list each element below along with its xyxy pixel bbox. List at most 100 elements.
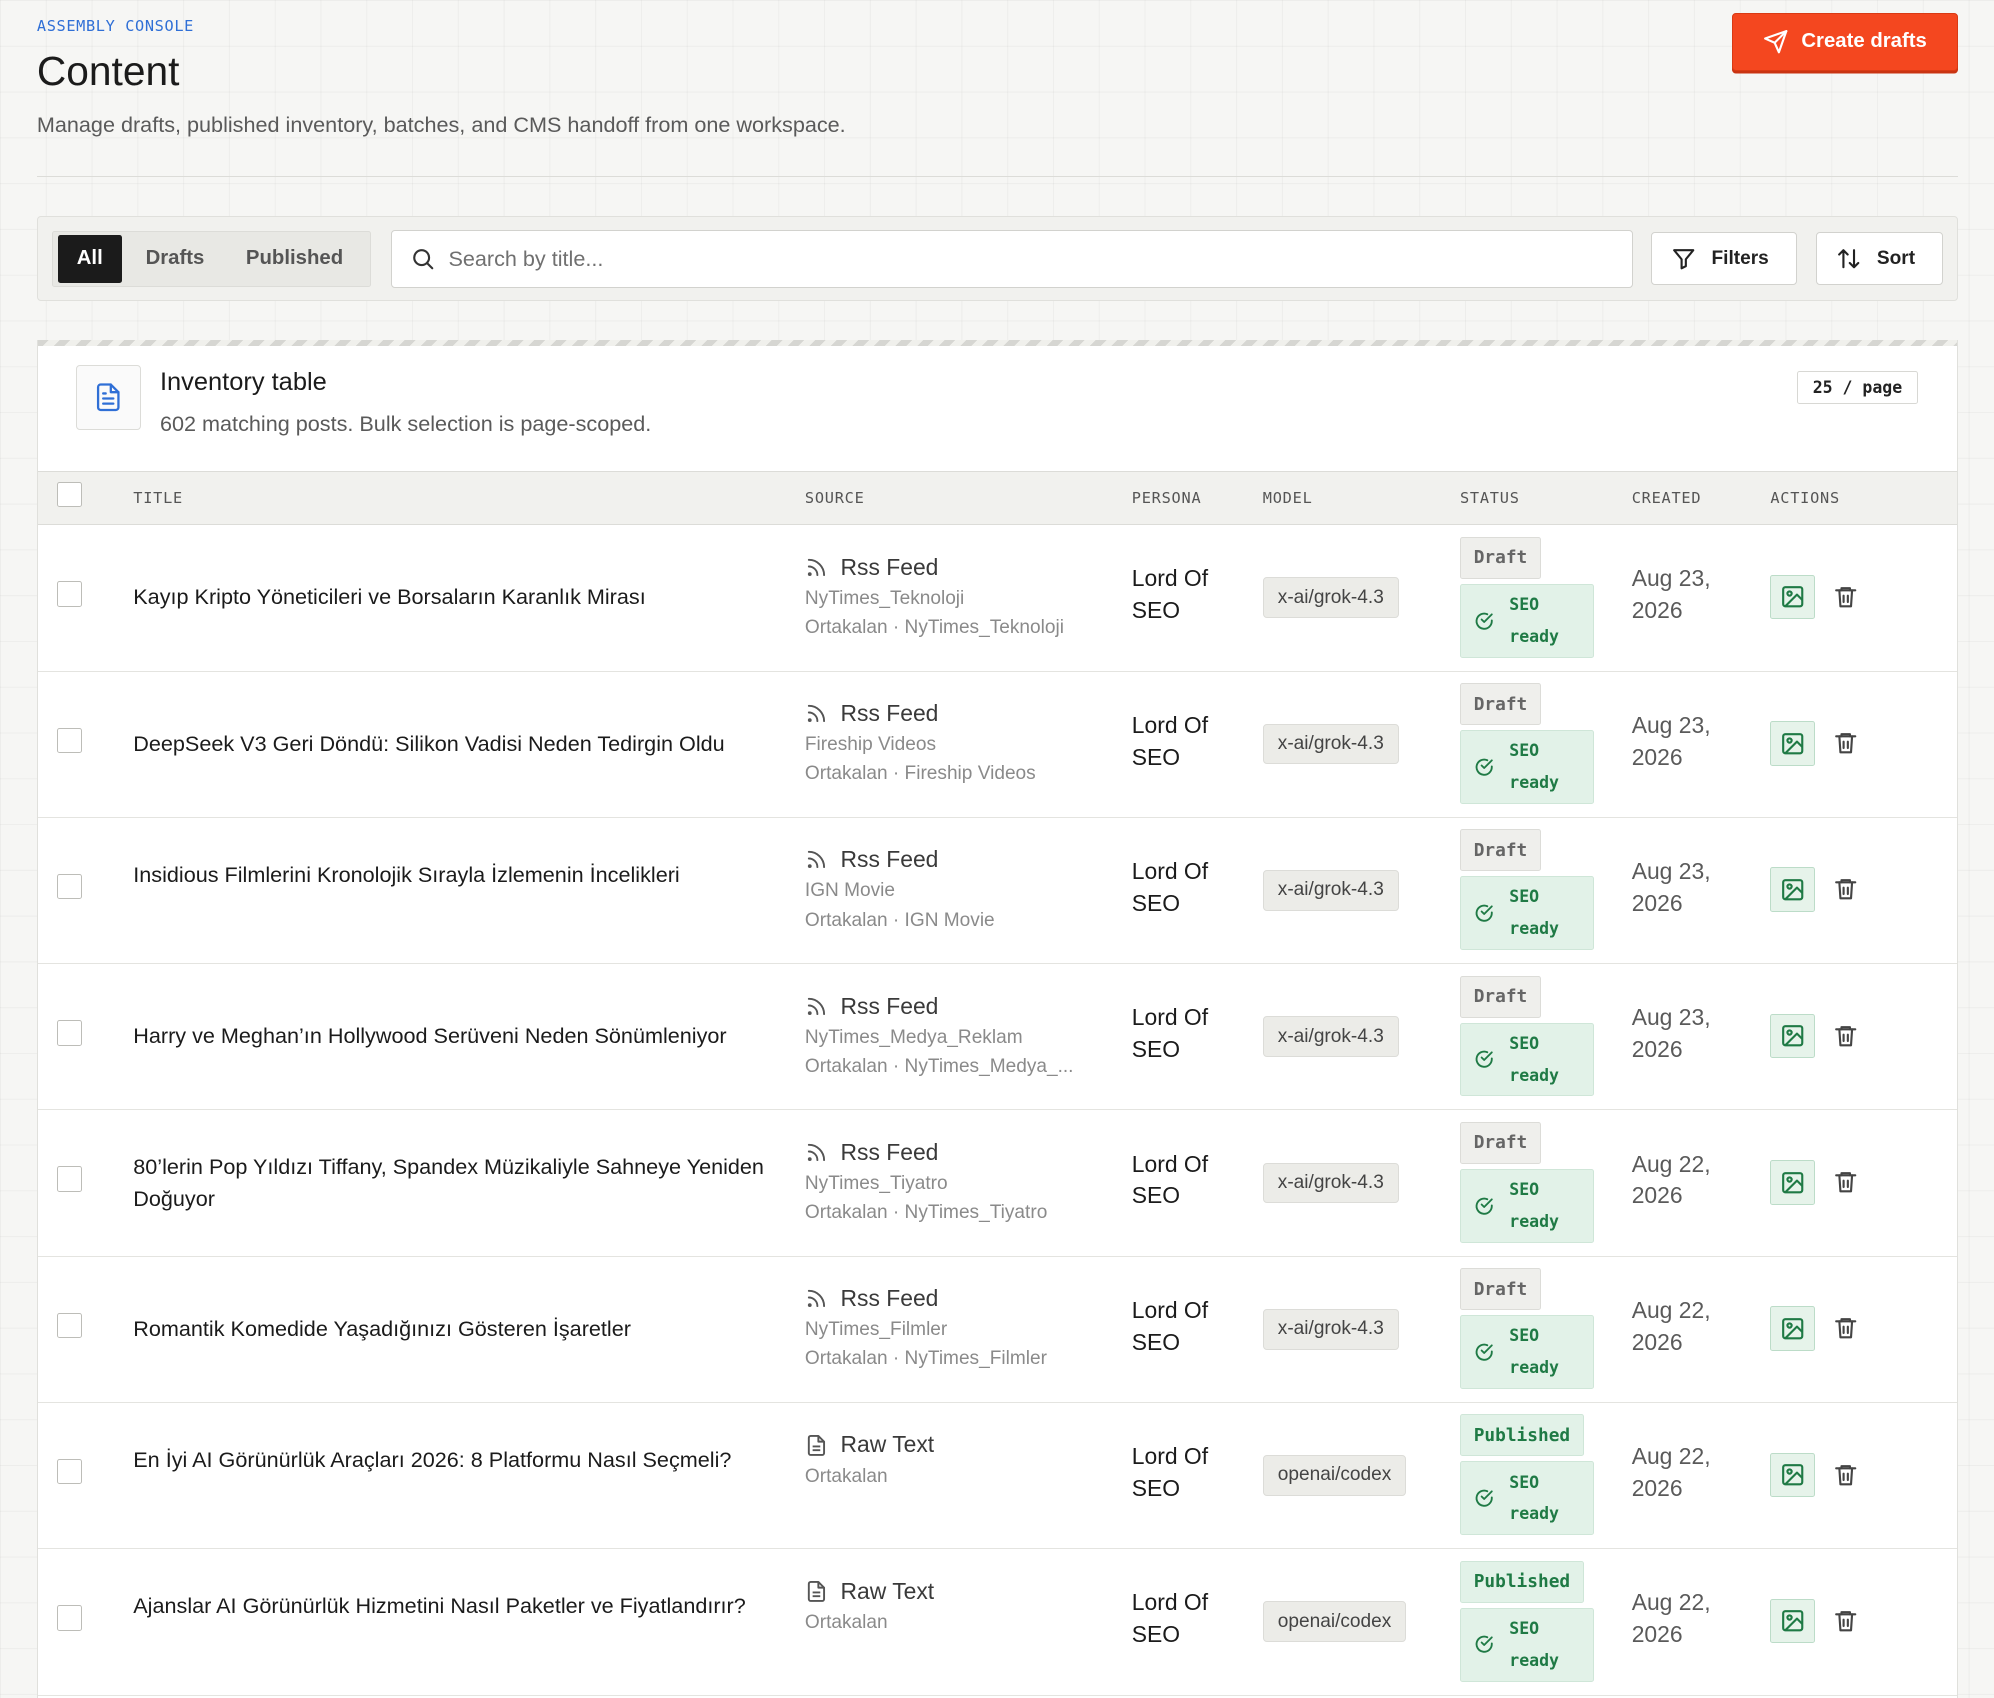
source-path: Ortakalan · IGN Movie bbox=[804, 909, 995, 931]
panel-stripe bbox=[37, 339, 1957, 346]
table-row[interactable]: DeepSeek V3 Geri Döndü: Silikon Vadisi N… bbox=[37, 672, 1957, 818]
row-title[interactable]: Romantik Komedide Yaşadığınızı Gösteren … bbox=[133, 1313, 769, 1345]
status-segmented-control: All Drafts Published bbox=[51, 231, 372, 288]
row-title[interactable]: Kayıp Kripto Yöneticileri ve Borsaların … bbox=[133, 581, 769, 613]
row-title[interactable]: Harry ve Meghan’ın Hollywood Serüveni Ne… bbox=[133, 1020, 769, 1052]
per-page-select[interactable]: 25 / page bbox=[1797, 371, 1918, 405]
search-input[interactable] bbox=[448, 246, 1594, 273]
source-path: Ortakalan · NyTimes_Medya_... bbox=[804, 1055, 1074, 1077]
rss-icon bbox=[805, 1287, 828, 1310]
row-status: Published SEO ready bbox=[1459, 1560, 1594, 1682]
table-header: TITLE SOURCE PERSONA MODEL STATUS CREATE… bbox=[37, 470, 1957, 526]
row-status: Draft SEO ready bbox=[1459, 536, 1594, 658]
delete-button[interactable] bbox=[1831, 1021, 1859, 1049]
column-title[interactable]: TITLE bbox=[133, 489, 183, 507]
image-action-button[interactable] bbox=[1770, 867, 1815, 912]
check-circle-icon bbox=[1475, 1343, 1493, 1361]
inventory-panel: Inventory table 602 matching posts. Bulk… bbox=[36, 339, 1958, 1698]
row-created: Aug 22, 2026 bbox=[1631, 1150, 1711, 1209]
header-divider bbox=[36, 175, 1958, 177]
row-checkbox[interactable] bbox=[56, 1166, 83, 1192]
source-name: NyTimes_Medya_Reklam bbox=[804, 1026, 1023, 1048]
table-row[interactable]: En İyi AI Görünürlük Araçları 2026: 8 Pl… bbox=[37, 1403, 1957, 1550]
column-status[interactable]: STATUS bbox=[1460, 489, 1520, 507]
send-icon bbox=[1764, 30, 1788, 54]
panel-title: Inventory table bbox=[159, 367, 327, 396]
create-drafts-button[interactable]: Create drafts bbox=[1732, 12, 1958, 72]
document-icon bbox=[805, 1580, 828, 1603]
image-action-button[interactable] bbox=[1770, 1452, 1815, 1498]
image-action-button[interactable] bbox=[1770, 721, 1815, 766]
row-checkbox[interactable] bbox=[56, 873, 83, 900]
panel-subtitle: 602 matching posts. Bulk selection is pa… bbox=[159, 410, 652, 436]
row-checkbox[interactable] bbox=[56, 1020, 83, 1046]
column-source[interactable]: SOURCE bbox=[805, 489, 865, 507]
row-persona: Lord Of SEO bbox=[1131, 1589, 1209, 1648]
image-action-button[interactable] bbox=[1770, 1598, 1815, 1644]
image-action-button[interactable] bbox=[1770, 1160, 1815, 1205]
model-chip: x-ai/grok-4.3 bbox=[1262, 577, 1399, 619]
document-icon bbox=[805, 1434, 828, 1457]
row-title[interactable]: Insidious Filmlerini Kronolojik Sırayla … bbox=[133, 859, 769, 891]
select-all-checkbox[interactable] bbox=[56, 481, 83, 508]
table-row[interactable]: 80’lerin Pop Yıldızı Tiffany, Spandex Mü… bbox=[37, 1110, 1957, 1257]
row-checkbox[interactable] bbox=[56, 1605, 83, 1631]
row-title[interactable]: En İyi AI Görünürlük Araçları 2026: 8 Pl… bbox=[133, 1444, 769, 1476]
table-row[interactable]: Kayıp Kripto Yöneticileri ve Borsaların … bbox=[37, 525, 1957, 672]
column-model[interactable]: MODEL bbox=[1263, 489, 1313, 507]
page-subtitle: Manage drafts, published inventory, batc… bbox=[36, 111, 846, 137]
row-persona: Lord Of SEO bbox=[1131, 565, 1209, 624]
row-title[interactable]: DeepSeek V3 Geri Döndü: Silikon Vadisi N… bbox=[133, 728, 769, 760]
row-checkbox[interactable] bbox=[56, 727, 83, 753]
delete-button[interactable] bbox=[1831, 1607, 1859, 1635]
row-created: Aug 22, 2026 bbox=[1631, 1296, 1711, 1355]
delete-button[interactable] bbox=[1831, 1460, 1859, 1488]
row-created: Aug 22, 2026 bbox=[1631, 1443, 1711, 1501]
create-drafts-label: Create drafts bbox=[1801, 30, 1927, 53]
delete-button[interactable] bbox=[1831, 875, 1859, 903]
source-type: Rss Feed bbox=[840, 846, 939, 873]
filters-label: Filters bbox=[1711, 247, 1769, 269]
delete-button[interactable] bbox=[1831, 1314, 1859, 1342]
table-row[interactable]: Insidious Filmlerini Kronolojik Sırayla … bbox=[37, 818, 1957, 965]
column-persona[interactable]: PERSONA bbox=[1132, 489, 1202, 507]
row-created: Aug 23, 2026 bbox=[1631, 1004, 1711, 1063]
row-source: Rss Feed IGN Movie Ortakalan · IGN Movie bbox=[805, 843, 1098, 935]
delete-button[interactable] bbox=[1831, 583, 1859, 611]
trash-icon bbox=[1834, 879, 1856, 900]
row-checkbox[interactable] bbox=[56, 581, 83, 607]
check-circle-icon bbox=[1475, 904, 1493, 922]
row-persona: Lord Of SEO bbox=[1131, 1296, 1209, 1355]
delete-button[interactable] bbox=[1831, 729, 1859, 757]
seo-ready-badge: SEO ready bbox=[1459, 1461, 1594, 1536]
segment-published[interactable]: Published bbox=[231, 235, 358, 283]
delete-button[interactable] bbox=[1831, 1168, 1859, 1196]
check-circle-icon bbox=[1475, 612, 1493, 630]
row-checkbox[interactable] bbox=[56, 1458, 83, 1485]
sort-button[interactable]: Sort bbox=[1816, 232, 1944, 285]
table-row[interactable]: Ajanslar AI Görünürlük Hizmetini Nasıl P… bbox=[37, 1549, 1957, 1696]
rss-icon bbox=[805, 848, 828, 871]
image-action-button[interactable] bbox=[1770, 574, 1815, 620]
row-status: Draft SEO ready bbox=[1459, 829, 1594, 951]
search-icon bbox=[413, 249, 434, 270]
column-created[interactable]: CREATED bbox=[1632, 489, 1702, 507]
table-row[interactable]: Harry ve Meghan’ın Hollywood Serüveni Ne… bbox=[37, 964, 1957, 1111]
row-checkbox[interactable] bbox=[56, 1312, 83, 1339]
image-action-button[interactable] bbox=[1770, 1013, 1815, 1059]
model-chip: x-ai/grok-4.3 bbox=[1262, 1162, 1399, 1204]
row-title[interactable]: 80’lerin Pop Yıldızı Tiffany, Spandex Mü… bbox=[133, 1151, 769, 1215]
image-action-button[interactable] bbox=[1770, 1306, 1815, 1351]
row-title[interactable]: Ajanslar AI Görünürlük Hizmetini Nasıl P… bbox=[133, 1590, 769, 1622]
row-source: Rss Feed NyTimes_Filmler Ortakalan · NyTim… bbox=[805, 1282, 1098, 1374]
row-created: Aug 23, 2026 bbox=[1631, 858, 1711, 916]
row-persona: Lord Of SEO bbox=[1131, 858, 1209, 916]
segment-drafts[interactable]: Drafts bbox=[132, 235, 218, 283]
segment-all[interactable]: All bbox=[57, 234, 122, 284]
row-created: Aug 23, 2026 bbox=[1631, 711, 1711, 770]
rss-icon bbox=[805, 1141, 828, 1164]
seo-ready-badge: SEO ready bbox=[1459, 1168, 1594, 1243]
filters-button[interactable]: Filters bbox=[1650, 232, 1798, 285]
image-icon bbox=[1781, 586, 1804, 608]
table-row[interactable]: Romantik Komedide Yaşadığınızı Gösteren … bbox=[37, 1257, 1957, 1403]
